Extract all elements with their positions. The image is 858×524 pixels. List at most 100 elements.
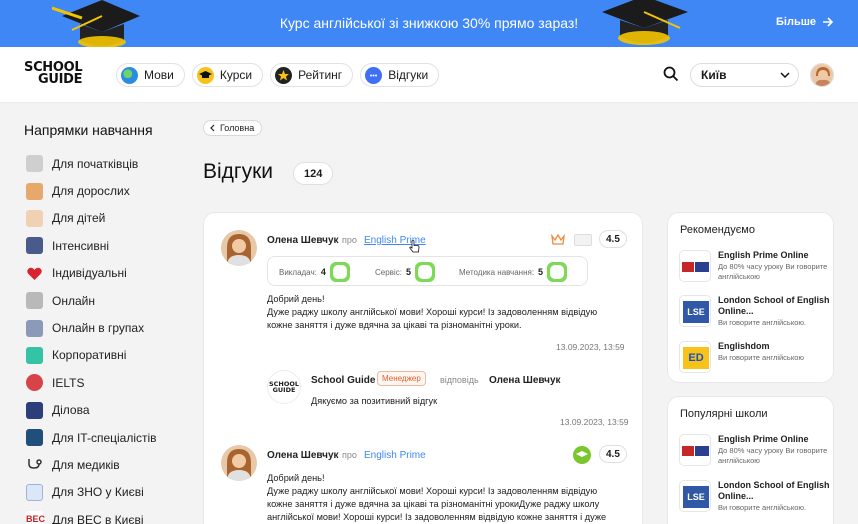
it-icon <box>26 429 43 447</box>
review-date: 13.09.2023, 13:59 <box>556 342 625 352</box>
smile-face-icon <box>547 262 568 282</box>
site-logo[interactable]: SCHOOL GUIDE <box>24 61 83 86</box>
nav-item-rating[interactable]: Рейтинг <box>270 63 354 87</box>
tie-icon <box>26 401 43 419</box>
puzzle-icon <box>26 346 43 364</box>
search-icon[interactable] <box>663 66 679 82</box>
sidebar-item-intensive[interactable]: Інтенсивні <box>26 232 157 259</box>
reply-text: Дякуємо за позитивний відгук <box>311 396 438 406</box>
sidebar-item-label: Інтенсивні <box>52 238 109 253</box>
popular-school[interactable]: LSE London School of English Online... В… <box>679 480 833 513</box>
review-scores: Викладач: 4 Сервіс: 5 Методика навчання:… <box>267 256 588 286</box>
reply-author-logo: SCHOOL GUIDE <box>267 370 301 404</box>
promo-banner[interactable]: Курс англійської зі знижкою 30% прямо за… <box>0 0 858 47</box>
breadcrumb-home[interactable]: Головна <box>203 120 263 136</box>
test-sheet-icon <box>26 483 43 501</box>
school-name: Englishdom <box>718 341 770 351</box>
popular-card: Популярні школи English Prime Online До … <box>667 396 834 524</box>
school-logo-englishdom: ED <box>679 341 711 373</box>
recommended-title: Рекомендуємо <box>680 224 755 236</box>
city-select[interactable]: Київ <box>690 63 799 87</box>
review-text-line: Дуже раджу школу англійської мови! Хорош… <box>267 486 598 496</box>
sidebar-item-kids[interactable]: Для дітей <box>26 205 157 232</box>
sidebar-item-adults[interactable]: Для дорослих <box>26 177 157 204</box>
recommended-school[interactable]: English Prime Online До 80% часу уроку В… <box>679 250 833 282</box>
recommended-school[interactable]: ED Englishdom Ви говорите англійською <box>679 341 804 373</box>
sidebar-item-label: Індивідуальні <box>52 266 127 281</box>
review-author-avatar <box>221 445 257 481</box>
sidebar-item-label: Ділова <box>52 403 90 418</box>
sidebar-item-zno[interactable]: Для ЗНО у Києві <box>26 479 157 506</box>
star-icon <box>275 66 293 84</box>
score-label: Методика навчання: <box>459 267 535 277</box>
cursor-pointer-icon <box>409 240 420 253</box>
nav-item-courses[interactable]: Курси <box>191 63 264 87</box>
score-value: 5 <box>405 267 411 277</box>
reviews-count-badge: 124 <box>293 162 334 185</box>
review-about-label: про <box>342 450 357 460</box>
laptop-icon <box>26 292 43 310</box>
school-logo-lse: LSE <box>679 480 711 512</box>
adult-icon <box>26 182 43 200</box>
nav-item-label: Курси <box>219 68 253 82</box>
score-value: 5 <box>538 267 544 277</box>
reply-logo-line-2: GUIDE <box>272 386 296 394</box>
review-school-link[interactable]: English Prime <box>364 450 426 461</box>
reply-author-name[interactable]: School Guide <box>311 375 375 386</box>
chevron-down-icon <box>780 72 790 78</box>
review-rating: 4.5 <box>599 230 627 248</box>
school-name: London School of English Online... <box>718 480 830 501</box>
review-text-line: Добрий день! <box>267 473 325 483</box>
rocket-icon <box>26 237 43 255</box>
review-about-label: про <box>342 235 357 245</box>
sidebar-item-medics[interactable]: Для медиків <box>26 451 157 478</box>
sidebar-item-individual[interactable]: Індивідуальні <box>26 260 157 287</box>
sidebar-item-label: Онлайн <box>52 293 95 308</box>
promo-text: Курс англійської зі знижкою 30% прямо за… <box>279 15 579 31</box>
school-name: English Prime Online <box>718 250 809 260</box>
score-value: 4 <box>320 267 326 277</box>
sidebar-item-online-groups[interactable]: Онлайн в групах <box>26 314 157 341</box>
sidebar-item-it[interactable]: Для IT-спеціалістів <box>26 424 157 451</box>
review-author-name[interactable]: Олена Шевчук <box>267 450 339 461</box>
score-service: Сервіс: 5 <box>375 262 435 282</box>
sidebar-item-label: Для ЗНО у Києві <box>52 485 144 500</box>
graduation-cap-badge-icon <box>573 446 591 464</box>
reply-verb-label: відповідь <box>440 375 479 385</box>
city-select-value: Київ <box>701 68 727 82</box>
sidebar-item-beginners[interactable]: Для початківців <box>26 150 157 177</box>
sidebar-item-online[interactable]: Онлайн <box>26 287 157 314</box>
promo-more-label: Більше <box>776 16 816 28</box>
popular-school[interactable]: English Prime Online До 80% часу уроку В… <box>679 434 833 466</box>
promo-more-link[interactable]: Більше <box>776 16 834 28</box>
sidebar-item-label: Для IT-спеціалістів <box>52 430 157 445</box>
review-text: Добрий день! Дуже раджу школу англійсько… <box>267 472 606 524</box>
sidebar-item-label: Для ВЕС в Києві <box>52 512 144 524</box>
graduation-cap-icon <box>196 66 214 84</box>
school-desc: Ви говорите англійською. <box>718 318 807 327</box>
score-label: Викладач: <box>279 267 317 277</box>
sidebar-item-bec[interactable]: BEC Для ВЕС в Києві <box>26 506 157 524</box>
site-header: SCHOOL GUIDE Мови Курси Рейтинг Відгуки <box>0 47 858 103</box>
group-screen-icon <box>26 319 43 337</box>
sidebar-item-label: Для медиків <box>52 457 120 472</box>
main-nav: Мови Курси Рейтинг Відгуки <box>116 63 440 87</box>
recommended-card: Рекомендуємо English Prime Online До 80%… <box>667 212 834 383</box>
page-title: Відгуки <box>203 160 274 183</box>
reply-date: 13.09.2023, 13:59 <box>560 417 629 427</box>
user-avatar[interactable] <box>810 63 834 87</box>
recommended-school[interactable]: LSE London School of English Online... В… <box>679 295 833 328</box>
sidebar-title: Напрямки навчання <box>24 122 153 138</box>
ielts-icon <box>26 374 43 392</box>
review-author-name[interactable]: Олена Шевчук <box>267 235 339 246</box>
nav-item-reviews[interactable]: Відгуки <box>360 63 440 87</box>
school-logo-english-prime <box>679 434 711 466</box>
school-desc: До 80% часу уроку Ви говорите англійсько… <box>718 446 828 465</box>
sidebar-item-ielts[interactable]: IELTS <box>26 369 157 396</box>
arrow-right-icon <box>823 17 834 27</box>
nav-item-languages[interactable]: Мови <box>116 63 185 87</box>
review-author-avatar <box>221 230 257 266</box>
sidebar-item-label: Для початківців <box>52 156 139 171</box>
sidebar-item-business[interactable]: Ділова <box>26 397 157 424</box>
sidebar-item-corporate[interactable]: Корпоративні <box>26 342 157 369</box>
